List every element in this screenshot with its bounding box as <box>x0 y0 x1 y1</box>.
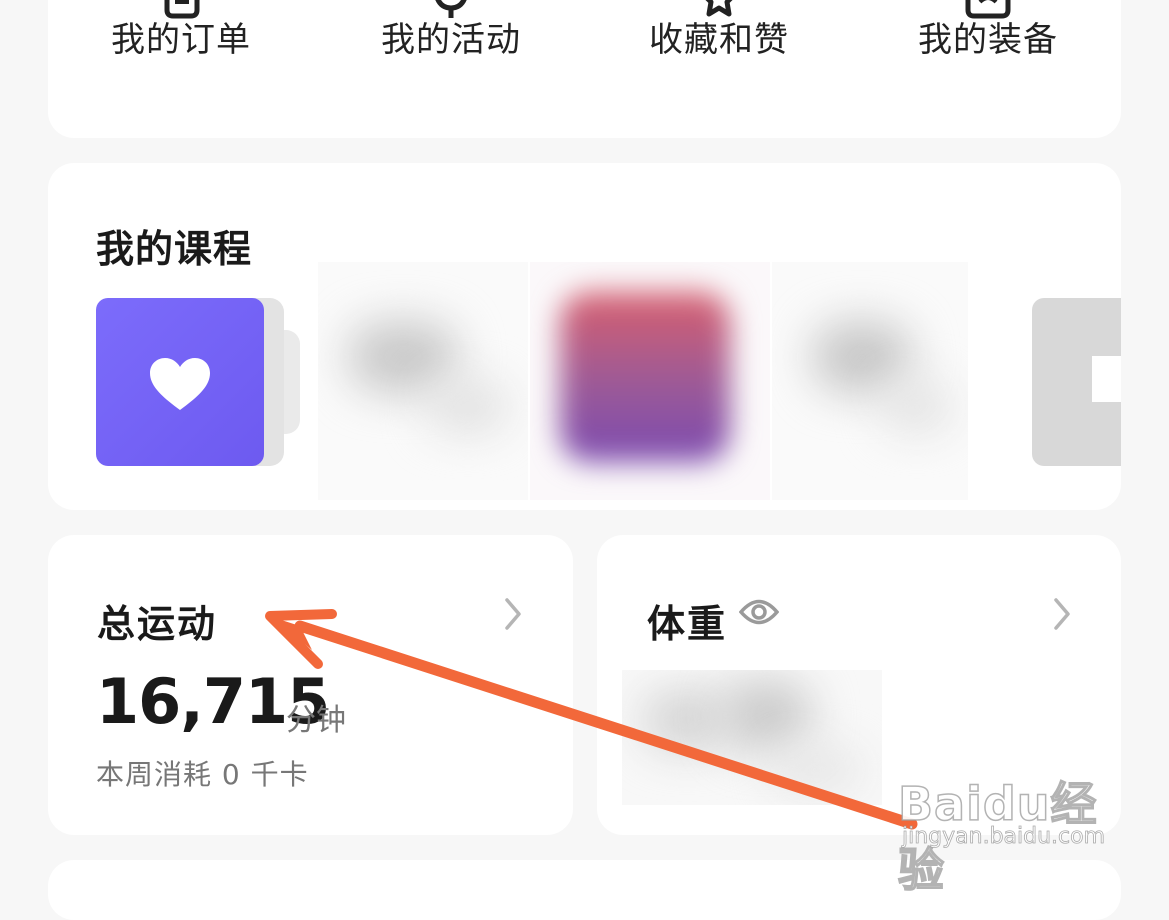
exercise-title: 总运动 <box>97 602 218 646</box>
course-thumbnail[interactable] <box>1032 298 1121 466</box>
shortcut-label: 我的活动 <box>381 20 521 60</box>
shortcuts-card: 我的订单 我的活动 收藏和赞 我的装备 <box>48 0 1121 138</box>
shortcut-label: 我的装备 <box>918 20 1058 60</box>
weight-title: 体重 <box>647 602 728 646</box>
favorite-course-card[interactable] <box>96 298 264 466</box>
baidu-watermark: Baidu经验 jingyan.baidu.com <box>896 748 1126 898</box>
exercise-unit: 分钟 <box>286 703 346 738</box>
shortcut-label: 我的订单 <box>111 20 251 60</box>
watermark-url: jingyan.baidu.com <box>902 824 1106 850</box>
eye-icon[interactable] <box>739 597 779 627</box>
weight-value-blurred <box>622 670 882 805</box>
bookmark-icon <box>1092 356 1121 402</box>
course-thumbnail-blurred[interactable] <box>772 262 968 500</box>
total-exercise-card[interactable]: 总运动 16,715 分钟 本周消耗 0 千卡 <box>48 535 573 835</box>
shortcut-label: 收藏和赞 <box>649 20 789 60</box>
course-thumbnail-blurred[interactable] <box>318 262 528 500</box>
courses-title: 我的课程 <box>96 227 253 271</box>
course-thumbnail-blurred[interactable] <box>530 262 770 500</box>
chevron-right-icon <box>505 598 521 630</box>
heart-icon <box>150 358 210 410</box>
chevron-right-icon <box>1054 598 1070 630</box>
weekly-calories: 本周消耗 0 千卡 <box>96 758 309 791</box>
